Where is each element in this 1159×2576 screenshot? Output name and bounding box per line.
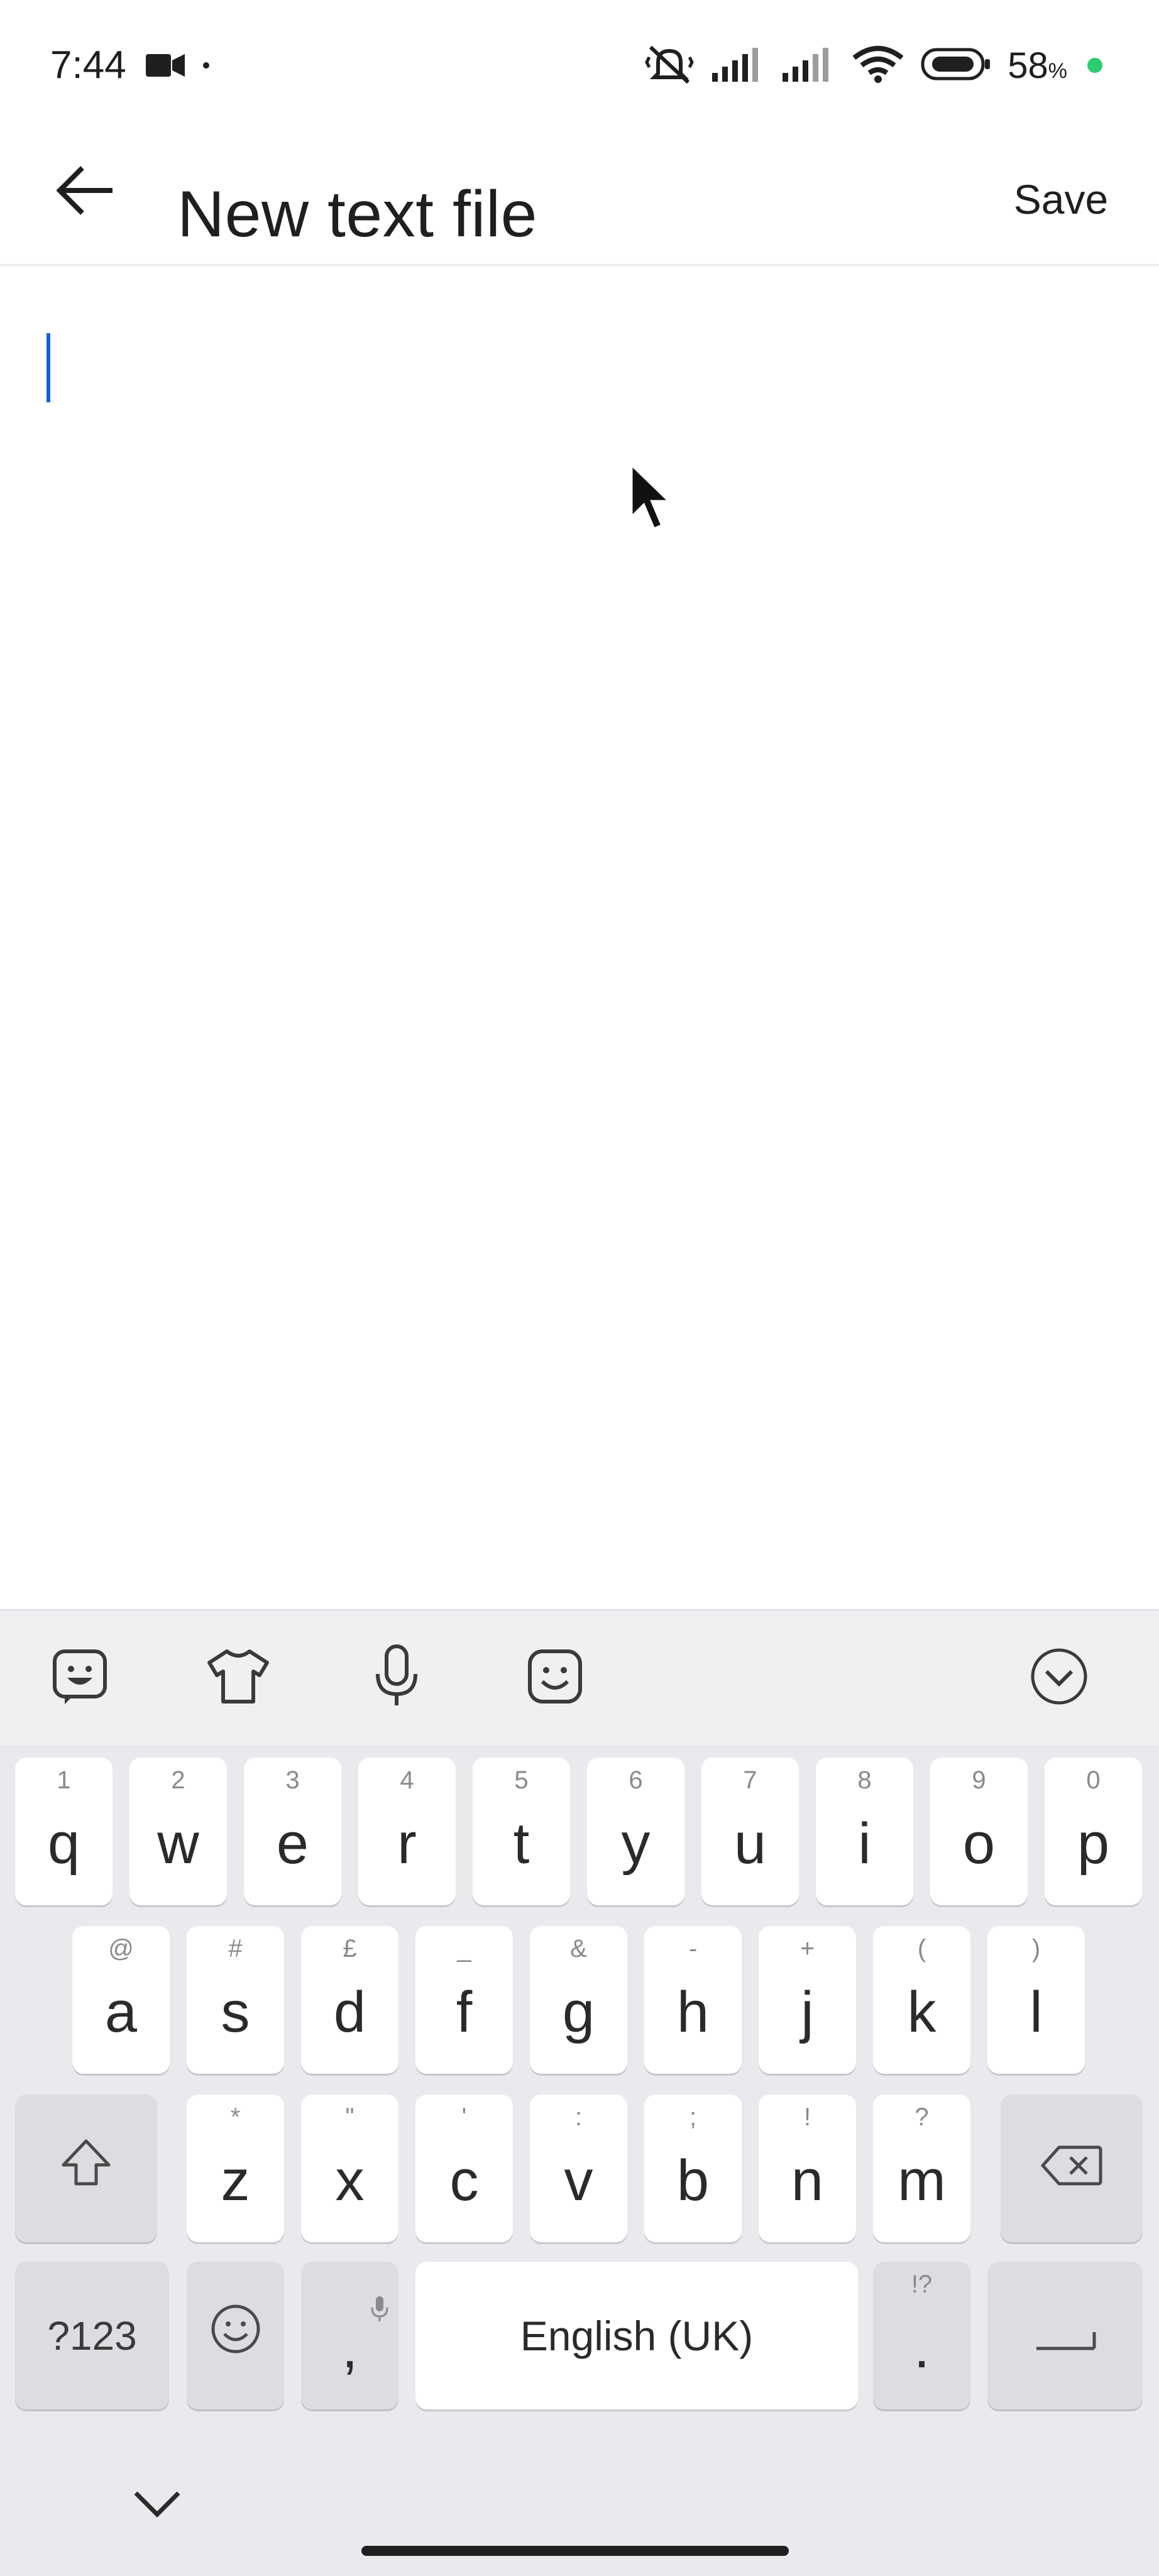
key-u[interactable]: 7u [701, 1758, 799, 1905]
status-time: 7:44 [50, 43, 126, 87]
voice-input-button[interactable] [356, 1637, 437, 1719]
arrow-left-icon [55, 164, 115, 220]
key-i[interactable]: 8i [816, 1758, 913, 1905]
theme-button[interactable] [197, 1637, 279, 1719]
save-button[interactable]: Save [998, 165, 1124, 234]
key-n[interactable]: ! n [759, 2094, 856, 2242]
sticker-button[interactable] [39, 1637, 121, 1719]
key-f[interactable]: _ f [415, 1926, 513, 2074]
text-editor-area[interactable] [0, 267, 1159, 1609]
battery-indicator-dot [1087, 58, 1102, 73]
backspace-key[interactable] [1001, 2094, 1143, 2242]
key-x[interactable]: " x [301, 2094, 398, 2242]
battery-icon [921, 48, 991, 84]
home-indicator[interactable] [361, 2546, 789, 2556]
status-left-icons [146, 48, 210, 85]
key-k[interactable]: (k [873, 1926, 970, 2074]
emoji-key[interactable] [187, 2262, 284, 2409]
keyboard-toolbar [0, 1610, 1159, 1745]
key-a[interactable]: @ a [72, 1926, 170, 2074]
mouse-pointer-icon [629, 460, 676, 537]
signal-1-icon [711, 45, 765, 86]
comma-key[interactable]: , [301, 2262, 398, 2409]
chevron-down-icon [132, 2488, 182, 2523]
back-button[interactable] [44, 151, 126, 233]
backspace-icon [1040, 2135, 1103, 2201]
key-s[interactable]: # s [187, 1926, 284, 2074]
smiley-icon [209, 2303, 262, 2369]
silent-icon [644, 43, 695, 88]
status-bar: 7:44 58% [0, 0, 1159, 126]
key-d[interactable]: £ d [301, 1926, 398, 2074]
key-z[interactable]: * z [187, 2094, 284, 2242]
collapse-toolbar-button[interactable] [1018, 1637, 1100, 1719]
theme-shirt-icon [206, 1646, 271, 1710]
key-p[interactable]: 0p [1045, 1758, 1142, 1905]
text-caret [47, 333, 50, 402]
key-h[interactable]: -h [644, 1926, 742, 2074]
status-right-icons: 58% [644, 40, 1102, 91]
key-y[interactable]: 6y [587, 1758, 684, 1905]
key-b[interactable]: ; b [644, 2094, 742, 2242]
key-e[interactable]: 3e [244, 1758, 341, 1905]
key-o[interactable]: 9o [930, 1758, 1028, 1905]
key-m[interactable]: ? m [873, 2094, 970, 2242]
key-c[interactable]: ' c [415, 2094, 513, 2242]
key-w[interactable]: 2w [129, 1758, 227, 1905]
video-icon [146, 52, 185, 82]
key-g[interactable]: & g [530, 1926, 627, 2074]
battery-percent: 58% [1008, 45, 1067, 86]
period-key[interactable]: !? . [873, 2262, 970, 2409]
hide-keyboard-button[interactable] [119, 2477, 195, 2533]
dot-icon [202, 61, 210, 72]
soft-keyboard: 1q 2w 3e 4r 5t 6y 7u 8i 9o 0p @ a # s £ d _… [0, 1609, 1159, 2576]
key-j[interactable]: + j [759, 1926, 856, 2074]
symbols-key[interactable]: ?123 [15, 2262, 169, 2409]
emoji-button[interactable] [514, 1637, 596, 1719]
shift-arrow-icon [60, 2135, 113, 2201]
space-key[interactable]: English (UK) [415, 2262, 858, 2409]
key-v[interactable]: :v [530, 2094, 627, 2242]
wifi-icon [852, 45, 904, 86]
page-title: New text file [177, 178, 537, 251]
mic-hint-icon [370, 2271, 390, 2337]
key-l[interactable]: ) l [987, 1926, 1085, 2074]
microphone-icon [371, 1644, 422, 1712]
enter-icon [1033, 2303, 1098, 2369]
key-t[interactable]: 5t [473, 1758, 570, 1905]
shift-key[interactable] [15, 2094, 157, 2242]
enter-key[interactable] [987, 2262, 1143, 2409]
signal-2-icon [781, 45, 835, 86]
app-bar: New text file Save [0, 126, 1159, 266]
collapse-chevron-icon [1029, 1646, 1089, 1710]
key-q[interactable]: 1q [15, 1758, 113, 1905]
emoji-face-icon [525, 1646, 585, 1710]
key-r[interactable]: 4r [358, 1758, 456, 1905]
sticker-icon [50, 1646, 110, 1710]
